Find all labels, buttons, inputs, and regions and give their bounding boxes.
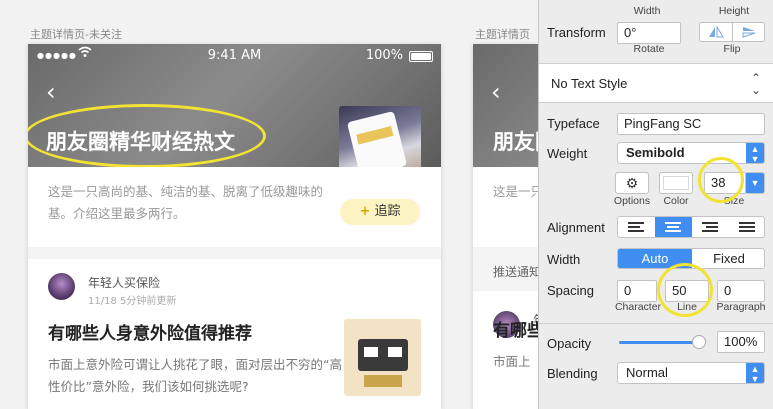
height-caption: Height: [718, 5, 750, 17]
width-fixed-button[interactable]: Fixed: [692, 249, 764, 268]
character-spacing-field[interactable]: 0: [617, 280, 657, 302]
align-right-icon[interactable]: [692, 217, 729, 237]
post-excerpt-2: 市面上: [493, 354, 531, 369]
flip-vertical-icon[interactable]: [733, 23, 765, 41]
paragraph-spacing-field[interactable]: 0: [717, 280, 765, 302]
status-bar: ●●●●● 9:41 AM 100%: [28, 44, 441, 68]
battery-icon: [409, 51, 433, 62]
weight-label: Weight: [547, 146, 588, 161]
post-title-2: 有哪些: [493, 321, 544, 341]
text-options-gear-icon[interactable]: ⚙: [615, 172, 649, 194]
post-author: 年轻人买保险: [88, 276, 161, 290]
width-caption: Width: [633, 5, 661, 17]
opacity-slider-knob[interactable]: [692, 335, 706, 349]
blending-value: Normal: [626, 365, 668, 380]
frame-caption-2: 主题详情页: [475, 28, 530, 41]
color-caption: Color: [663, 195, 689, 207]
size-dropdown[interactable]: ▼: [745, 172, 765, 194]
list-item[interactable]: 年轻人买保险 11/18 5分钟前更新 有哪些人身意外险值得推荐 市面上意外险可…: [28, 259, 441, 409]
typeface-label: Typeface: [547, 116, 600, 131]
weight-select[interactable]: Semibold ▲ ▼: [617, 142, 765, 164]
align-left-icon[interactable]: [618, 217, 655, 237]
topic-description: 这是一只高尚的基、纯洁的基、脱离了低级趣味的基。介绍这里最多两行。: [48, 184, 324, 221]
post-thumbnail: [344, 319, 421, 396]
chevron-updown-icon: ⌃ ⌄: [750, 71, 761, 97]
chevron-down-icon: ▼: [746, 173, 764, 193]
back-chevron-icon[interactable]: ‹: [46, 80, 56, 104]
opacity-label: Opacity: [547, 336, 592, 351]
paragraph-caption: Paragraph: [716, 301, 766, 313]
plus-icon: +: [359, 204, 371, 219]
flip-control: [699, 22, 765, 42]
flip-horizontal-icon[interactable]: [700, 23, 732, 41]
spacing-label: Spacing: [547, 283, 594, 298]
rotate-caption: Rotate: [633, 43, 665, 55]
rotate-field[interactable]: 0°: [617, 22, 681, 44]
flip-caption: Flip: [723, 43, 741, 55]
back-chevron-icon[interactable]: ‹: [491, 80, 501, 104]
topic-description-2: 这是一只: [493, 184, 544, 199]
color-well[interactable]: [659, 172, 693, 194]
options-caption: Options: [613, 195, 651, 207]
blending-select[interactable]: Normal ▲ ▼: [617, 362, 765, 384]
chevron-updown-icon: ▲ ▼: [746, 143, 764, 164]
inspector-panel: Width Height Transform 0° Rotate Flip No…: [538, 0, 773, 409]
blending-label: Blending: [547, 366, 598, 381]
align-center-icon[interactable]: [655, 217, 692, 237]
alignment-label: Alignment: [547, 220, 605, 235]
align-justify-icon[interactable]: [729, 217, 764, 237]
opacity-slider-track[interactable]: [619, 341, 699, 344]
chevron-updown-icon: ▲ ▼: [746, 363, 764, 384]
avatar: [48, 273, 75, 300]
follow-button-label: 追踪: [374, 204, 401, 219]
follow-button[interactable]: + 追踪: [340, 199, 420, 225]
annotation-circle-size: [698, 157, 744, 203]
character-caption: Character: [614, 301, 662, 313]
post-meta: 11/18 5分钟前更新: [88, 296, 177, 307]
alignment-control: [617, 216, 765, 238]
frame-caption-1: 主题详情页-未关注: [30, 28, 122, 41]
annotation-ellipse-title: [28, 104, 266, 168]
annotation-circle-line-spacing: [657, 263, 713, 317]
post-title[interactable]: 有哪些人身意外险值得推荐: [48, 319, 252, 344]
post-excerpt: 市面上意外险可谓让人挑花了眼，面对层出不穷的“高性价比”意外险，我们该如何挑选呢…: [48, 357, 342, 394]
typeface-field[interactable]: PingFang SC: [617, 113, 765, 135]
weight-value: Semibold: [626, 145, 685, 160]
topic-info-card: 这是一只高尚的基、纯洁的基、脱离了低级趣味的基。介绍这里最多两行。 + 追踪: [28, 167, 441, 247]
text-style-label: No Text Style: [551, 76, 628, 91]
text-style-dropdown[interactable]: No Text Style ⌃ ⌄: [539, 63, 773, 103]
transform-label: Transform: [547, 25, 606, 40]
opacity-field[interactable]: 100%: [717, 331, 765, 353]
artboard-topic-unfollowed[interactable]: ●●●●● 9:41 AM 100% ‹ 朋友圈精华财经热文 这是一只高尚的基、…: [28, 44, 441, 409]
width-label: Width: [547, 252, 581, 267]
battery-percent: 100%: [365, 48, 403, 63]
